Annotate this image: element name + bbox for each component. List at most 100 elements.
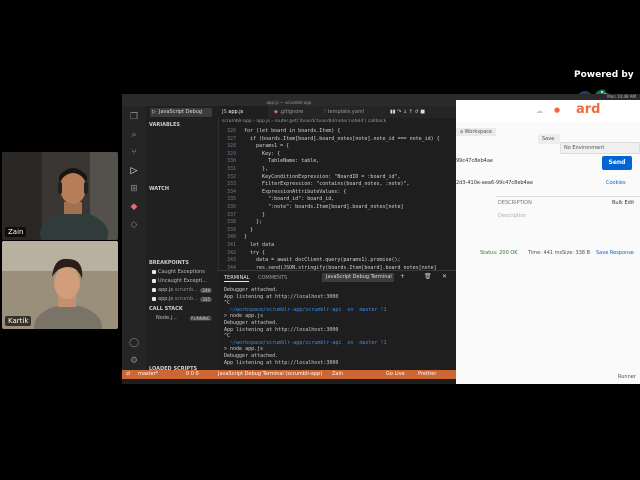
gear-icon[interactable]: ⚙ [129, 356, 139, 366]
send-button[interactable]: Send [602, 156, 632, 170]
response-status: Status: 200 OK [480, 250, 518, 256]
close-icon[interactable]: ✕ [442, 273, 447, 280]
tab-gitignore[interactable]: ◆ .gitignore [270, 106, 307, 118]
code-line: params1 = { [244, 143, 290, 150]
breakpoint-item[interactable]: Caught Exceptions [152, 269, 205, 275]
debug-terminal-status[interactable]: JavaScript Debug Terminal (scrumblr-app) [218, 370, 322, 379]
code-line: Key: { [244, 150, 281, 157]
play-icon[interactable]: ▷ [152, 109, 156, 115]
save-response-button[interactable]: Save Response [596, 250, 634, 256]
terminal-line: Debugger attached. [224, 319, 279, 326]
bottom-panel: TERMINAL COMMENTS JavaScript Debug Termi… [218, 270, 456, 371]
breakpoint-item[interactable]: Uncaught Excepti... [152, 278, 207, 284]
checkbox[interactable] [152, 287, 156, 292]
run-debug-icon[interactable]: ▷ [129, 166, 139, 176]
activity-bar: ❐ ⌕ ⑂ ▷ ⊞ ◆ ◇ ◯ ⚙ [122, 106, 146, 370]
liveshare-user[interactable]: Zain [332, 370, 343, 379]
line-number: 339 [226, 226, 236, 233]
code-editor[interactable]: 326 for (let board in boards.Item) {327 i… [218, 126, 456, 270]
problems-counter[interactable]: 0 0 0 [186, 370, 199, 379]
code-line: }, [244, 166, 269, 172]
terminal-select[interactable]: JavaScript Debug Terminal [322, 273, 394, 282]
variables-section[interactable]: VARIABLES [149, 122, 180, 128]
breakpoints-section[interactable]: BREAKPOINTS [149, 260, 189, 266]
go-live-button[interactable]: Go Live [386, 370, 405, 379]
line-number: 332 [226, 173, 236, 180]
extensions-icon[interactable]: ⊞ [129, 184, 139, 194]
search-icon[interactable]: ⌕ [129, 130, 139, 140]
line-number: 335 [226, 196, 236, 203]
branch-indicator[interactable]: master* [138, 370, 158, 379]
watch-section[interactable]: WATCH [149, 186, 169, 192]
workspace-label[interactable]: a Workspace [456, 128, 496, 136]
line-number: 330 [226, 158, 236, 165]
notification-icon[interactable]: ● [554, 106, 560, 114]
environment-select[interactable]: No Environment [560, 142, 640, 154]
tab-terminal[interactable]: TERMINAL [224, 275, 250, 282]
save-button[interactable]: Save [538, 134, 560, 144]
vscode-window: app.js — scrumblr-app ❐ ⌕ ⑂ ▷ ⊞ ◆ ◇ ◯ ⚙ … [122, 100, 456, 384]
description-header: DESCRIPTION [498, 200, 532, 206]
line-number: 341 [226, 242, 236, 248]
checkbox[interactable] [152, 296, 156, 301]
prettier-status[interactable]: Prettier [418, 370, 436, 379]
terminal-line: > node app.js [224, 313, 264, 320]
tab-template-yaml[interactable]: ! template.yaml [320, 106, 368, 118]
debug-config-select[interactable]: ▷ JavaScript Debug [150, 108, 212, 117]
terminal-line: Debugger attached. [224, 352, 279, 359]
terminal-line: App listening at http://localhost:3000 [224, 359, 339, 366]
powered-by-label: Powered by [574, 70, 634, 80]
line-number: 337 [226, 211, 236, 218]
add-terminal-icon[interactable]: + [400, 273, 405, 280]
terminal-line: ^C [224, 333, 231, 340]
checkbox[interactable] [152, 269, 156, 274]
terminal-line: ^C [224, 300, 231, 307]
breadcrumb: scrumblr-app › app.js › router.get('/boa… [222, 119, 387, 124]
terminal-line: App listening at http://localhost:3000 [224, 293, 339, 300]
bulk-edit-link[interactable]: Bulk Edit [612, 200, 634, 206]
terminal-line: Debugger attached. [224, 287, 279, 293]
code-line: } [244, 211, 266, 218]
params-table: DESCRIPTION Bulk Edit Description [496, 196, 640, 223]
description-input[interactable]: Description [498, 213, 526, 219]
line-number: 329 [226, 150, 236, 157]
participant-name: Zain [5, 227, 27, 237]
checkbox[interactable] [152, 278, 156, 283]
code-line: for (let board in boards.Item) { [244, 128, 341, 134]
trash-icon[interactable]: 🗑 [424, 273, 432, 280]
code-line: data = await docClient.query(params1).pr… [244, 257, 401, 264]
explorer-icon[interactable]: ❐ [129, 112, 139, 122]
runner-button[interactable]: Runner [618, 374, 636, 380]
terminal-line: ~/workspace/scrumblr-app/scrumblr-api on… [224, 339, 387, 346]
callstack-item[interactable]: Node.j... [156, 315, 177, 321]
cloud-icon[interactable]: ☁ [536, 107, 543, 115]
terminal-name: JavaScript Debug Terminal [326, 274, 392, 280]
url-input[interactable]: 2d3-410e-aea6-99c47c8eb4ae [456, 180, 533, 186]
extension-icon[interactable]: ◆ [129, 202, 139, 212]
debug-float-toolbar[interactable]: ▮▮ ↷ ↓ ↑ ↺ ■ [386, 106, 429, 118]
account-icon[interactable]: ◯ [129, 338, 139, 348]
line-number: 336 [226, 204, 236, 210]
callstack-section[interactable]: CALL STACK [149, 306, 183, 312]
code-line: } [244, 226, 254, 233]
remote-icon[interactable]: ◇ [129, 220, 139, 230]
request-tab[interactable]: 99c47c8eb4ae [456, 158, 493, 164]
callstack-status: RUNNING [189, 316, 212, 321]
participant-video-kartik: Kartik [2, 241, 118, 329]
breakpoint-item[interactable]: app.js scrumb... [152, 296, 198, 302]
remote-icon[interactable]: ⇄ [126, 370, 130, 379]
code-line: KeyConditionExpression: "BoardID = :boar… [244, 173, 401, 180]
line-number: 328 [226, 143, 236, 150]
cookies-link[interactable]: Cookies [606, 180, 626, 186]
participant-name: Kartik [5, 316, 32, 326]
postman-header: ☁ ● ard [456, 100, 640, 123]
breakpoint-item[interactable]: app.js scrumb... [152, 287, 198, 293]
tab-comments[interactable]: COMMENTS [258, 275, 287, 281]
terminal-output[interactable]: Debugger attached. App listening at http:… [224, 287, 456, 366]
editor-tabs: JS app.js ◆ .gitignore ! template.yaml ▮… [218, 106, 456, 118]
upgrade-banner[interactable]: ard [576, 102, 601, 117]
code-line: try { [244, 249, 266, 256]
source-control-icon[interactable]: ⑂ [129, 148, 139, 158]
tab-app-js[interactable]: JS app.js [218, 106, 268, 118]
line-number: 331 [226, 166, 236, 172]
